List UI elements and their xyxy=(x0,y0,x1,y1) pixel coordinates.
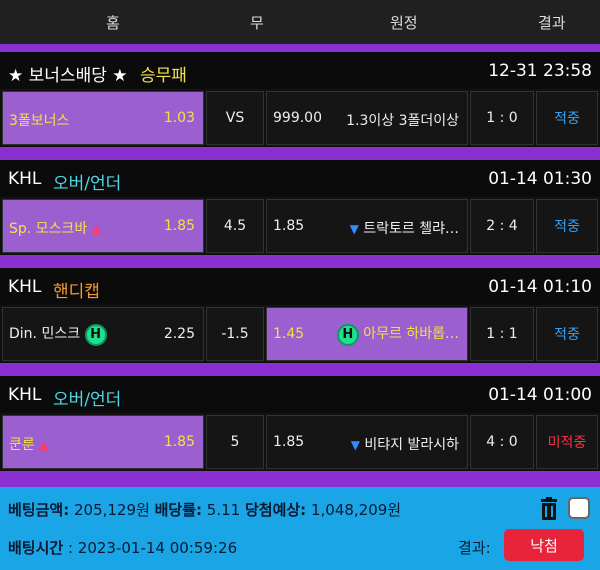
home-odds: 2.25 xyxy=(163,326,195,342)
expected-value: 1,048,209원 xyxy=(310,501,402,519)
triangle-down-icon: ▼ xyxy=(349,222,359,236)
away-pick-cell[interactable]: 1.85 ▼ 비탸지 발라시하 xyxy=(266,415,468,469)
middle-value: 5 xyxy=(230,434,240,450)
status-badge: 적중 xyxy=(554,111,580,127)
score: 1 : 0 xyxy=(486,110,518,126)
middle-cell[interactable]: -1.5 xyxy=(206,307,264,361)
middle-value: 4.5 xyxy=(223,218,247,234)
status-badge: 적중 xyxy=(554,219,580,235)
bet-type-label: 오버/언더 xyxy=(53,390,122,410)
status-cell: 미적중 xyxy=(536,415,598,469)
status-cell: 적중 xyxy=(536,91,598,145)
middle-cell[interactable]: 4.5 xyxy=(206,199,264,253)
game-header: KHL 오버/언더 01-14 01:30 xyxy=(0,160,600,198)
game-header: KHL 오버/언더 01-14 01:00 xyxy=(0,376,600,414)
home-team: 3폴보너스 xyxy=(9,113,70,129)
game-row: 3폴보너스 1.03 VS 999.00 1.3이상 3폴더이상 1 : 0 적… xyxy=(0,89,600,147)
handicap-h-icon: H xyxy=(84,323,107,346)
result-lose-button[interactable]: 낙첨 xyxy=(504,529,584,561)
triangle-down-icon: ▼ xyxy=(350,438,360,452)
odds-value: 5.11 xyxy=(206,501,241,519)
triangle-up-icon: ▲ xyxy=(39,438,49,452)
away-team: 1.3이상 3폴더이상 xyxy=(346,113,459,129)
league-label: KHL xyxy=(8,385,42,405)
home-team: Sp. 모스크바 ▲ xyxy=(9,221,101,237)
middle-value: VS xyxy=(225,110,245,126)
game-row: Sp. 모스크바 ▲ 1.85 4.5 1.85 ▼ 트락토르 첼랴… 2 : … xyxy=(0,197,600,255)
bet-amount-label: 베팅금액: xyxy=(8,501,70,519)
header-home: 홈 xyxy=(106,14,120,32)
score-cell: 1 : 0 xyxy=(470,91,534,145)
game-header: KHL 핸디캡 01-14 01:10 xyxy=(0,268,600,306)
away-odds: 1.45 xyxy=(273,326,305,342)
league-label: KHL xyxy=(8,277,42,297)
status-badge: 미적중 xyxy=(547,435,587,451)
score: 1 : 1 xyxy=(486,326,518,342)
home-pick-cell[interactable]: 3폴보너스 1.03 xyxy=(2,91,204,145)
home-pick-cell[interactable]: 쿤룬 ▲ 1.85 xyxy=(2,415,204,469)
away-team: H 아무르 하바롭… xyxy=(336,323,459,346)
game-time: 01-14 01:00 xyxy=(488,385,592,405)
result-label: 결과: xyxy=(458,539,491,557)
home-team: 쿤룬 ▲ xyxy=(9,437,49,453)
bet-amount: 205,129원 xyxy=(73,501,150,519)
home-team: Din. 민스크 H xyxy=(9,323,107,346)
bet-summary-line: 베팅금액: 205,129원 배당률: 5.11 당첨예상: 1,048,209… xyxy=(8,499,401,520)
game-time: 12-31 23:58 xyxy=(488,61,592,81)
score-cell: 4 : 0 xyxy=(470,415,534,469)
game-time: 01-14 01:10 xyxy=(488,277,592,297)
away-odds: 999.00 xyxy=(273,110,322,126)
league-label: KHL xyxy=(8,169,42,189)
triangle-up-icon: ▲ xyxy=(91,222,101,236)
away-odds: 1.85 xyxy=(273,218,305,234)
middle-cell[interactable]: VS xyxy=(206,91,264,145)
expected-label: 당첨예상: xyxy=(244,501,307,519)
game-time: 01-14 01:30 xyxy=(488,169,592,189)
home-odds: 1.03 xyxy=(163,110,195,126)
bet-type-label: 승무패 xyxy=(140,66,187,86)
bet-type-label: 핸디캡 xyxy=(53,282,100,302)
score: 2 : 4 xyxy=(486,218,518,234)
home-odds: 1.85 xyxy=(163,434,195,450)
bet-time-label: 배팅시간 xyxy=(8,539,64,557)
away-odds: 1.85 xyxy=(273,434,305,450)
column-header: 홈 무 원정 결과 xyxy=(0,0,600,44)
status-cell: 적중 xyxy=(536,307,598,361)
bet-time-line: 배팅시간 : 2023-01-14 00:59:26 xyxy=(8,537,237,558)
score-cell: 2 : 4 xyxy=(470,199,534,253)
game-row: Din. 민스크 H 2.25 -1.5 1.45 H 아무르 하바롭… 1 :… xyxy=(0,305,600,363)
handicap-h-icon: H xyxy=(336,323,359,346)
away-team: ▼ 트락토르 첼랴… xyxy=(349,221,459,237)
away-team: ▼ 비탸지 발라시하 xyxy=(350,437,459,453)
score: 4 : 0 xyxy=(486,434,518,450)
status-badge: 적중 xyxy=(554,327,580,343)
header-result: 결과 xyxy=(538,14,566,32)
bet-time: : 2023-01-14 00:59:26 xyxy=(67,539,238,557)
header-away: 원정 xyxy=(390,14,418,32)
league-label: ★ 보너스배당 ★ xyxy=(8,66,128,86)
odds-label: 배당률: xyxy=(154,501,203,519)
away-pick-cell[interactable]: 1.85 ▼ 트락토르 첼랴… xyxy=(266,199,468,253)
select-checkbox[interactable] xyxy=(568,497,590,519)
score-cell: 1 : 1 xyxy=(470,307,534,361)
trash-icon[interactable] xyxy=(538,497,560,521)
middle-value: -1.5 xyxy=(221,326,249,342)
bet-type-label: 오버/언더 xyxy=(53,174,122,194)
game-row: 쿤룬 ▲ 1.85 5 1.85 ▼ 비탸지 발라시하 4 : 0 미적중 xyxy=(0,413,600,471)
header-draw: 무 xyxy=(250,14,264,32)
home-odds: 1.85 xyxy=(163,218,195,234)
game-header: ★ 보너스배당 ★ 승무패 12-31 23:58 xyxy=(0,52,600,90)
middle-cell[interactable]: 5 xyxy=(206,415,264,469)
home-pick-cell[interactable]: Din. 민스크 H 2.25 xyxy=(2,307,204,361)
away-pick-cell[interactable]: 999.00 1.3이상 3폴더이상 xyxy=(266,91,468,145)
away-pick-cell[interactable]: 1.45 H 아무르 하바롭… xyxy=(266,307,468,361)
bet-summary: 베팅금액: 205,129원 배당률: 5.11 당첨예상: 1,048,209… xyxy=(0,487,600,570)
home-pick-cell[interactable]: Sp. 모스크바 ▲ 1.85 xyxy=(2,199,204,253)
status-cell: 적중 xyxy=(536,199,598,253)
